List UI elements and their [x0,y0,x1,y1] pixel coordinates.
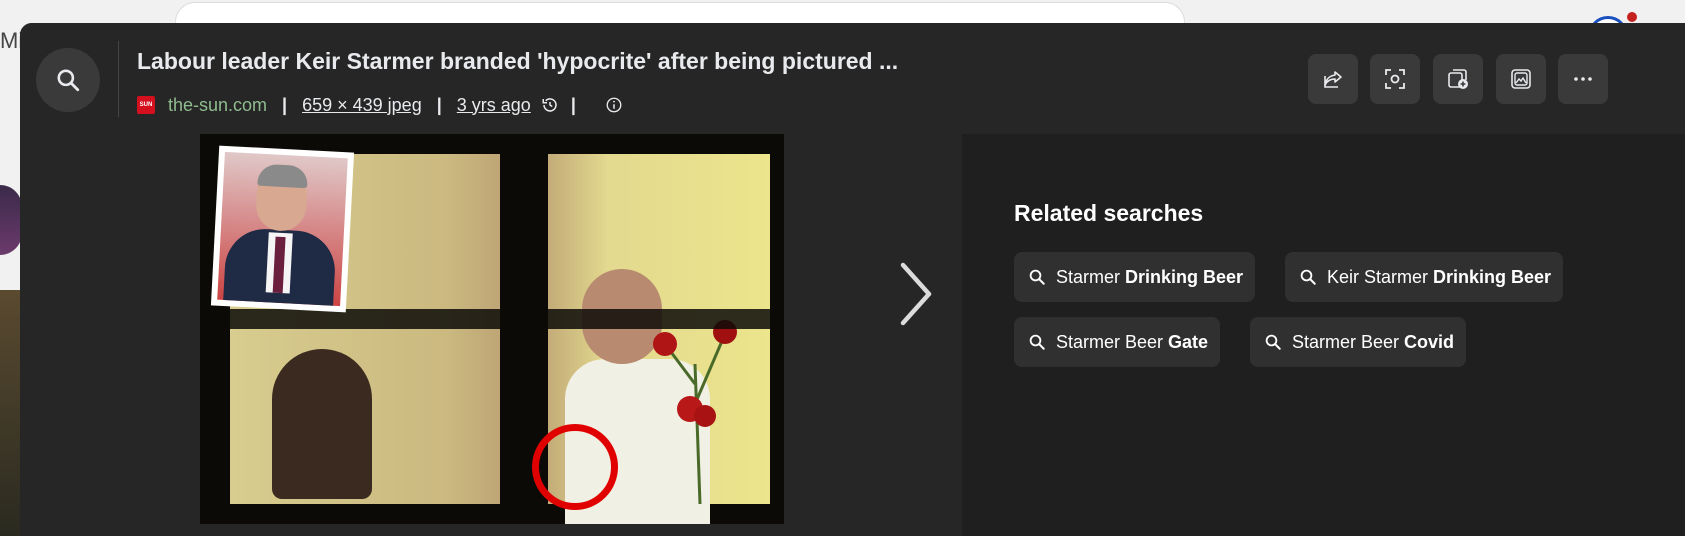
related-search-chip[interactable]: Starmer Drinking Beer [1014,252,1256,302]
more-icon [1574,77,1592,81]
meta-separator: | [282,94,288,115]
search-icon [1028,268,1046,286]
next-image-button[interactable] [890,254,940,334]
related-search-chip[interactable]: Starmer Beer Covid [1250,317,1467,367]
share-icon [1324,71,1342,88]
image-age-link[interactable]: 3 yrs ago [457,95,531,116]
image-title[interactable]: Labour leader Keir Starmer branded 'hypo… [137,48,898,75]
share-button[interactable] [1308,54,1358,104]
window-mullion [230,309,770,329]
photo-figure [272,349,372,499]
related-search-chip[interactable]: Starmer Beer Gate [1014,317,1221,367]
related-searches-panel: Related searches Starmer Drinking Beer K… [962,134,1685,536]
related-searches-title: Related searches [1014,200,1204,226]
chip-text-plain: Starmer [1056,266,1126,287]
visual-search-button[interactable] [1370,54,1420,104]
image-icon [1511,69,1531,89]
chip-text-bold: Gate [1168,331,1209,352]
search-icon [1028,333,1046,351]
image-area [20,134,962,536]
search-icon [1264,333,1282,351]
meta-separator: | [570,94,576,115]
image-dimensions-link[interactable]: 659 × 439 jpeg [302,95,422,116]
viewer-header: Labour leader Keir Starmer branded 'hypo… [20,23,1685,134]
related-search-chip[interactable]: Keir Starmer Drinking Beer [1285,252,1564,302]
add-collection-icon [1448,69,1468,89]
header-divider [118,41,119,117]
chip-text-bold: Covid [1404,331,1455,352]
chip-text-plain: Starmer Beer [1292,331,1405,352]
image-details-button[interactable] [1496,54,1546,104]
background-thumbnail[interactable] [0,290,22,536]
chip-text-plain: Starmer Beer [1056,331,1169,352]
info-icon[interactable] [605,96,623,114]
photo-roses [653,320,737,504]
background-thumbnail[interactable] [0,185,22,255]
search-icon [57,69,80,92]
inset-portrait [217,151,348,307]
source-logo: SUN [137,96,155,114]
image-meta: SUN the-sun.com | 659 × 439 jpeg | 3 yrs… [137,92,623,118]
more-options-button[interactable] [1558,54,1608,104]
add-to-collection-button[interactable] [1433,54,1483,104]
chip-text-bold: Drinking Beer [1125,266,1244,287]
source-link[interactable]: the-sun.com [168,95,267,116]
search-button[interactable] [36,48,100,112]
image-viewer: Labour leader Keir Starmer branded 'hypo… [20,23,1685,536]
main-image[interactable] [200,134,784,524]
chip-text-bold: Drinking Beer [1433,266,1552,287]
chip-text-plain: Keir Starmer [1327,266,1434,287]
inset-hair [257,163,309,189]
annotation-circle [532,424,618,510]
inset-photo [210,145,355,313]
chevron-right-icon [900,262,932,326]
notification-dot [1627,12,1637,22]
search-icon [1299,268,1317,286]
history-icon[interactable] [541,96,559,114]
meta-separator: | [436,94,442,115]
lens-icon [1385,69,1405,89]
